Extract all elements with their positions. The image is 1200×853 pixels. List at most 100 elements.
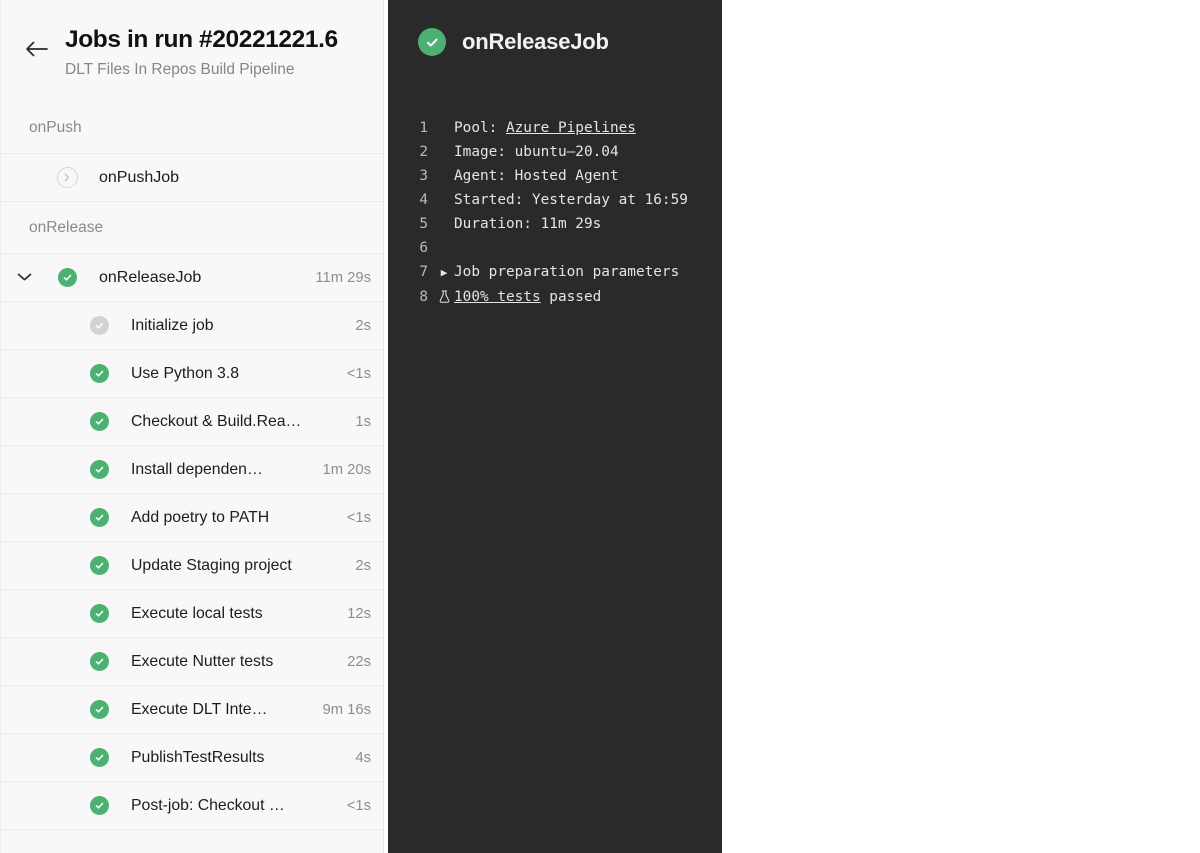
sidebar-header: Jobs in run #20221221.6 DLT Files In Rep…	[1, 0, 383, 102]
log-output[interactable]: 1 Pool: Azure Pipelines 2 Image: ubuntu‒20.…	[388, 116, 722, 310]
status-icon-slot	[79, 796, 119, 816]
log-line-number: 4	[419, 192, 428, 208]
log-line-number: 8	[419, 289, 428, 305]
job-row[interactable]: onPushJob	[1, 154, 383, 203]
log-line-text: Image: ubuntu‒20.04	[454, 144, 619, 160]
pipeline-run-view: Jobs in run #20221221.6 DLT Files In Rep…	[0, 0, 1200, 853]
row-duration: <1s	[346, 365, 371, 382]
pipeline-subtitle: DLT Files In Repos Build Pipeline	[65, 60, 295, 78]
log-header: onReleaseJob	[388, 0, 722, 56]
status-success-icon	[57, 268, 77, 288]
row-label: onPushJob	[99, 168, 180, 186]
status-icon-slot	[79, 604, 119, 624]
log-line-text: Pool: Azure Pipelines	[454, 120, 636, 136]
log-link[interactable]: Azure Pipelines	[506, 120, 636, 136]
task-row[interactable]: Execute Nutter tests 22s	[1, 638, 383, 687]
task-row[interactable]: Use Python 3.8 <1s	[1, 350, 383, 399]
log-line: 8 100% tests passed	[388, 285, 712, 310]
row-duration: 4s	[355, 749, 371, 766]
status-icon-slot	[79, 316, 119, 336]
row-label: Execute DLT Inte…	[131, 700, 268, 718]
log-line-number: 7	[419, 264, 428, 280]
chevron-down-icon[interactable]	[17, 269, 32, 287]
flask-marker	[434, 286, 454, 310]
row-label: Post-job: Checkout …	[131, 796, 285, 814]
log-line: 2 Image: ubuntu‒20.04	[388, 140, 712, 164]
task-row[interactable]: PublishTestResults 4s	[1, 734, 383, 783]
back-arrow-icon[interactable]	[19, 32, 53, 66]
task-row[interactable]: Execute DLT Inte… 9m 16s	[1, 686, 383, 735]
row-duration: 12s	[347, 605, 371, 622]
row-label: Checkout & Build.Rea…	[131, 412, 302, 430]
section-header-onpush: onPush	[1, 102, 383, 155]
status-icon-slot	[47, 268, 87, 288]
task-row[interactable]: Update Staging project 2s	[1, 542, 383, 591]
section-header-onrelease: onRelease	[1, 202, 383, 255]
job-row[interactable]: onReleaseJob 11m 29s	[1, 254, 383, 303]
row-label: Initialize job	[131, 316, 214, 334]
status-success-icon	[89, 700, 109, 720]
jobs-list[interactable]: onPush onPushJob onRelease onReleaseJob 11m …	[1, 102, 383, 853]
row-duration: <1s	[346, 509, 371, 526]
row-label: onReleaseJob	[99, 268, 202, 286]
log-line: 7 ▶ Job preparation parameters	[388, 260, 712, 285]
log-line: 4 Started: Yesterday at 16:59	[388, 188, 712, 212]
log-line: 6	[388, 236, 712, 260]
expander-slot[interactable]	[1, 269, 47, 287]
status-icon-slot	[79, 460, 119, 480]
status-icon-slot	[79, 652, 119, 672]
status-success-icon	[89, 604, 109, 624]
log-line-text: Agent: Hosted Agent	[454, 168, 619, 184]
status-success-icon	[89, 556, 109, 576]
page-title: Jobs in run #20221221.6	[65, 26, 338, 53]
job-log-panel: onReleaseJob 1 Pool: Azure Pipelines 2 Imag…	[388, 0, 722, 853]
status-success-icon	[89, 364, 109, 384]
status-success-icon	[89, 652, 109, 672]
status-icon-slot	[79, 364, 119, 384]
status-icon-slot	[79, 508, 119, 528]
status-icon-slot	[79, 700, 119, 720]
task-row[interactable]: Checkout & Build.Rea… 1s	[1, 398, 383, 447]
log-line-number: 6	[419, 240, 428, 256]
row-label: Use Python 3.8	[131, 364, 240, 382]
status-skipped-icon	[89, 316, 109, 336]
row-duration: 22s	[347, 653, 371, 670]
row-label: Install dependen…	[131, 460, 263, 478]
log-line: 3 Agent: Hosted Agent	[388, 164, 712, 188]
row-duration: 1m 20s	[322, 461, 371, 478]
row-duration: <1s	[346, 797, 371, 814]
disclosure-triangle-icon[interactable]: ▶	[434, 261, 454, 285]
status-icon-slot	[47, 167, 87, 189]
log-line-text: Duration: 11m 29s	[454, 216, 602, 232]
task-row[interactable]: Initialize job 2s	[1, 302, 383, 351]
task-row[interactable]: Post-job: Checkout … <1s	[1, 782, 383, 831]
row-label: Add poetry to PATH	[131, 508, 270, 526]
log-line: 5 Duration: 11m 29s	[388, 212, 712, 236]
log-line-text: Job preparation parameters	[454, 264, 680, 280]
task-row[interactable]: Add poetry to PATH <1s	[1, 494, 383, 543]
status-icon-slot	[79, 748, 119, 768]
status-icon-slot	[79, 412, 119, 432]
flask-icon	[435, 290, 453, 303]
log-line-text: 100% tests passed	[454, 289, 602, 305]
status-success-icon	[89, 508, 109, 528]
status-success-icon	[89, 748, 109, 768]
log-line: 1 Pool: Azure Pipelines	[388, 116, 712, 140]
status-success-icon	[89, 796, 109, 816]
row-label: PublishTestResults	[131, 748, 265, 766]
status-icon-slot	[79, 556, 119, 576]
row-duration: 9m 16s	[322, 701, 371, 718]
task-row[interactable]: Install dependen… 1m 20s	[1, 446, 383, 495]
log-line-number: 1	[419, 120, 428, 136]
log-line-text: Started: Yesterday at 16:59	[454, 192, 688, 208]
log-line-number: 2	[419, 144, 428, 160]
log-link[interactable]: 100% tests	[454, 289, 541, 305]
task-row[interactable]: Execute local tests 12s	[1, 590, 383, 639]
title-block: Jobs in run #20221221.6 DLT Files In Rep…	[65, 26, 338, 80]
circle-chevron-right-icon[interactable]	[56, 167, 78, 189]
row-duration: 1s	[355, 413, 371, 430]
check-circle-icon	[418, 28, 446, 56]
row-label: Update Staging project	[131, 556, 292, 574]
log-job-title: onReleaseJob	[462, 29, 609, 54]
row-duration: 2s	[355, 317, 371, 334]
